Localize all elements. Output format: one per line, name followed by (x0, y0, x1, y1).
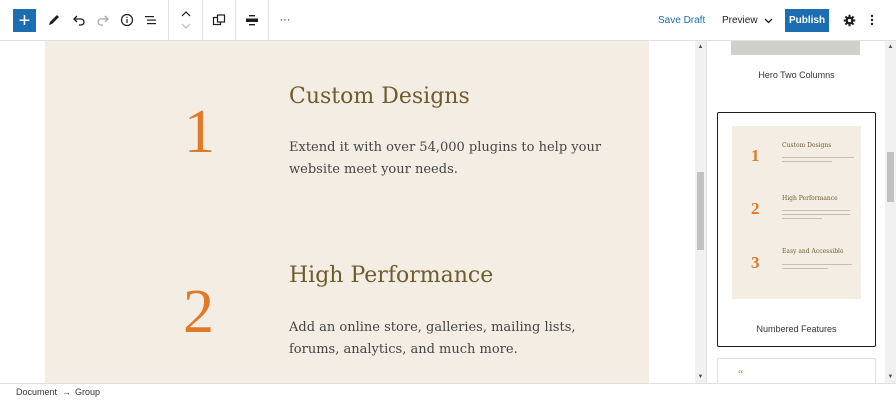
editor-toolbar: + ··· Save Draft Preview Publish (0, 0, 896, 41)
mini-feature-number: 2 (751, 199, 760, 218)
pattern-list-sidebar: Hero Two Columns 1 Custom Designs 2 High… (706, 41, 896, 383)
mini-feature-number: 1 (751, 146, 760, 165)
mini-feature-title: Custom Designs (782, 142, 832, 149)
breadcrumb-separator: → (62, 387, 71, 397)
preview-button[interactable]: Preview (722, 15, 773, 26)
mini-feature-text (782, 264, 852, 269)
breadcrumb-document[interactable]: Document (16, 387, 57, 397)
feature-description-line: website meet your needs. (289, 162, 458, 177)
settings-button[interactable] (842, 13, 856, 27)
feature-description[interactable]: Extend it with over 54,000 plugins to he… (289, 137, 601, 181)
toolbar-divider (268, 0, 269, 40)
pencil-icon (49, 15, 59, 25)
breadcrumb: Document → Group (0, 383, 896, 400)
canvas-scrollbar[interactable]: ▲ ▼ (695, 41, 706, 383)
details-button[interactable] (119, 12, 135, 28)
scroll-up-arrow-icon[interactable]: ▲ (695, 44, 706, 50)
group-block-icon (212, 14, 226, 26)
feature-description-line: Add an online store, galleries, mailing … (289, 320, 576, 335)
pattern-preview (731, 41, 860, 55)
align-wide-icon (246, 15, 258, 26)
mini-feature-number: 3 (751, 253, 760, 272)
feature-description-line: forums, analytics, and much more. (289, 342, 518, 357)
more-vertical-icon (870, 14, 874, 26)
block-type-button[interactable] (211, 12, 227, 28)
mini-feature-text (782, 157, 854, 162)
scroll-up-arrow-icon[interactable]: ▲ (885, 44, 896, 50)
pattern-card-next[interactable]: “ (717, 358, 876, 383)
pattern-label: Hero Two Columns (758, 70, 835, 80)
preview-label: Preview (722, 15, 758, 26)
sidebar-scrollbar[interactable]: ▲ ▼ (885, 41, 896, 383)
gear-icon (843, 14, 855, 26)
add-block-button[interactable]: + (13, 9, 36, 32)
pattern-card-numbered-features[interactable]: 1 Custom Designs 2 High Performance 3 Ea… (717, 112, 876, 347)
canvas-scrollbar-thumb[interactable] (697, 172, 704, 250)
toolbar-divider (168, 0, 169, 40)
toolbar-divider (235, 0, 236, 40)
undo-icon (73, 15, 85, 26)
mini-feature-title: Easy and Accessible (782, 248, 844, 255)
redo-button[interactable] (95, 12, 111, 28)
chevron-down-icon (764, 18, 773, 23)
list-view-icon (145, 16, 156, 25)
feature-number: 1 (184, 98, 215, 166)
feature-title[interactable]: High Performance (289, 263, 493, 288)
block-options-button[interactable]: ··· (277, 12, 293, 28)
chevron-up-down-icon (181, 11, 191, 29)
more-horizontal-icon: ··· (279, 14, 291, 26)
pattern-card-hero-two-columns[interactable]: Hero Two Columns (717, 41, 876, 101)
toolbar-divider (202, 0, 203, 40)
publish-button[interactable]: Publish (785, 9, 829, 32)
tools-button[interactable] (46, 12, 62, 28)
breadcrumb-group[interactable]: Group (75, 387, 100, 397)
move-block-buttons[interactable] (178, 8, 194, 32)
scroll-down-arrow-icon[interactable]: ▼ (885, 374, 896, 380)
mini-feature-text (782, 210, 850, 219)
plus-icon: + (18, 9, 31, 32)
feature-description-line: Extend it with over 54,000 plugins to he… (289, 140, 602, 155)
sidebar-scrollbar-thumb[interactable] (887, 152, 894, 202)
feature-description[interactable]: Add an online store, galleries, mailing … (289, 317, 576, 361)
info-icon (120, 13, 134, 27)
redo-icon (97, 15, 109, 26)
pattern-preview: 1 Custom Designs 2 High Performance 3 Ea… (732, 126, 861, 299)
align-button[interactable] (244, 12, 260, 28)
save-draft-button[interactable]: Save Draft (658, 15, 705, 26)
editor-canvas[interactable]: 1 Custom Designs Extend it with over 54,… (0, 41, 695, 383)
options-menu-button[interactable] (867, 12, 877, 28)
undo-button[interactable] (71, 12, 87, 28)
pattern-label: Numbered Features (756, 324, 837, 334)
scroll-down-arrow-icon[interactable]: ▼ (695, 374, 706, 380)
feature-number: 2 (183, 278, 214, 346)
feature-title[interactable]: Custom Designs (289, 84, 470, 109)
group-block[interactable]: 1 Custom Designs Extend it with over 54,… (45, 41, 649, 383)
quote-mark: “ (738, 367, 744, 381)
list-view-button[interactable] (143, 12, 159, 28)
mini-feature-title: High Performance (782, 195, 838, 202)
